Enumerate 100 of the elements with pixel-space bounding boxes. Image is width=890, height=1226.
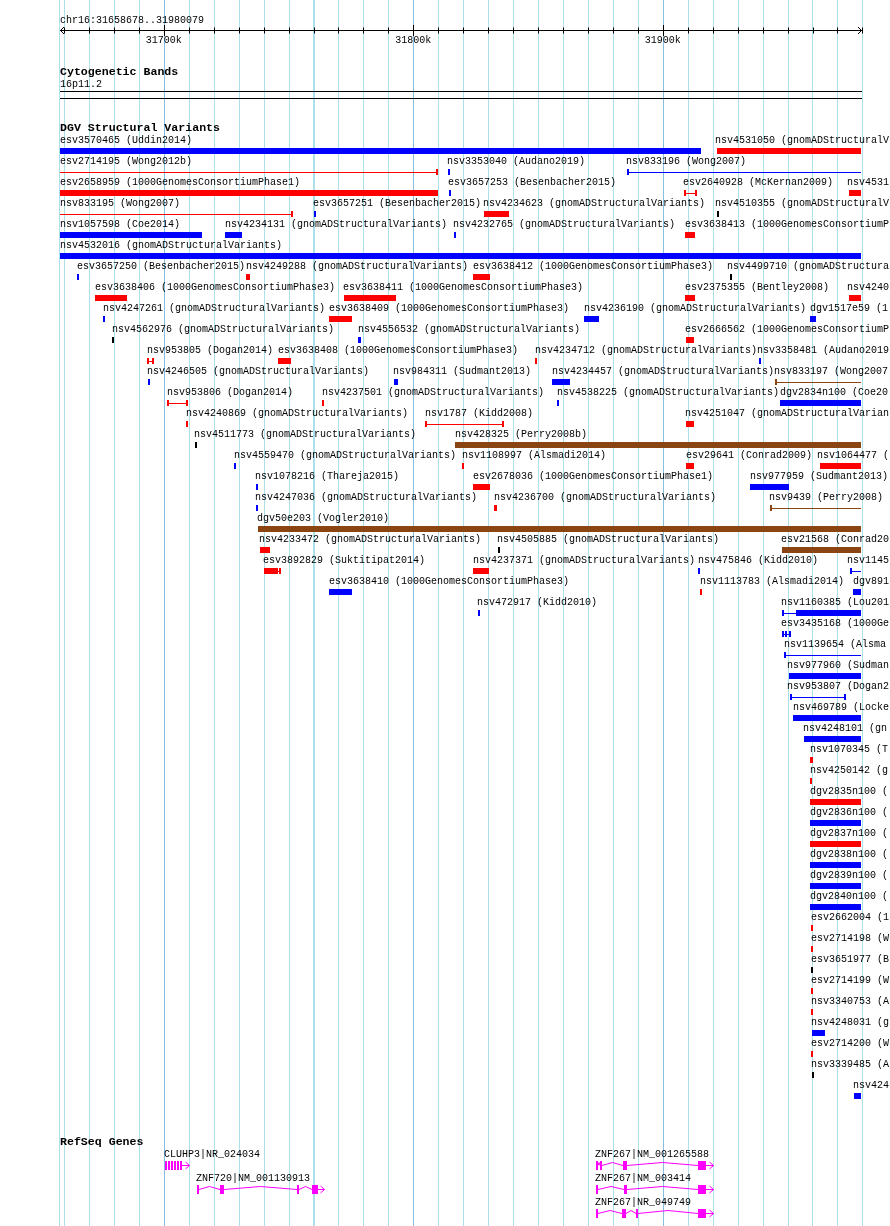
variant-bar[interactable] (810, 799, 861, 805)
variant-bar[interactable] (804, 736, 861, 742)
variant-span[interactable] (775, 379, 861, 385)
variant-label: nsv977959 (Sudmant2013) (750, 471, 889, 482)
variant-label: nsv424 (853, 1080, 889, 1091)
variant-bar[interactable] (329, 316, 352, 322)
variant-bar[interactable] (810, 904, 861, 910)
variant-bar[interactable] (810, 316, 816, 322)
variant-bar[interactable] (820, 463, 861, 469)
variant-bar[interactable] (473, 484, 490, 490)
variant-bar[interactable] (329, 589, 352, 595)
variant-label: esv29641 (Conrad2009) (686, 450, 813, 461)
variant-bar[interactable] (686, 337, 694, 343)
variant-bar[interactable] (60, 190, 438, 196)
location-label: chr16:31658678..31980079 (60, 15, 205, 26)
variant-label: esv3570465 (Uddin2014) (60, 135, 193, 146)
variant-bar[interactable] (810, 820, 861, 826)
variant-bar[interactable] (782, 547, 861, 553)
variant-label: nsv977960 (Sudman (787, 660, 890, 671)
variant-span[interactable] (790, 694, 846, 700)
track-title: DGV Structural Variants (60, 121, 221, 135)
variant-bar[interactable] (853, 589, 861, 595)
variant-bar[interactable] (60, 232, 202, 238)
variant-label: nsv469789 (Locke (793, 702, 889, 713)
variant-label: nsv1078216 (Thareja2015) (255, 471, 400, 482)
variant-label: nsv1145 (847, 555, 889, 566)
variant-bar[interactable] (473, 568, 489, 574)
variant-bar[interactable] (60, 253, 861, 259)
variant-span[interactable] (782, 610, 861, 616)
variant-bar[interactable] (810, 841, 861, 847)
variant-label: nsv475846 (Kidd2010) (698, 555, 819, 566)
variant-label: nsv1064477 ( (817, 450, 889, 461)
gene-model-drawing[interactable] (197, 1185, 325, 1194)
variant-bar[interactable] (225, 232, 242, 238)
variant-span[interactable] (167, 400, 188, 406)
variant-label: nsv4499710 (gnomADStructura (727, 261, 890, 272)
variant-bar[interactable] (750, 484, 789, 490)
variant-span[interactable] (147, 358, 154, 364)
variant-span[interactable] (60, 211, 293, 217)
gene-model-drawing[interactable] (165, 1161, 190, 1170)
variant-bar[interactable] (810, 883, 861, 889)
variant-bar[interactable] (484, 211, 509, 217)
variant-bar[interactable] (358, 337, 361, 343)
variant-bar[interactable] (686, 421, 694, 427)
variant-label: nsv1139654 (Alsma (784, 639, 887, 650)
variant-bar[interactable] (810, 757, 813, 763)
variant-label: nsv833195 (Wong2007) (60, 198, 181, 209)
variant-bar[interactable] (584, 316, 599, 322)
variant-span[interactable] (850, 568, 861, 574)
variant-label: nsv4234457 (gnomADStructuralVariants) (552, 366, 775, 377)
variant-bar[interactable] (258, 526, 861, 532)
variant-bar[interactable] (686, 463, 694, 469)
variant-span[interactable] (782, 631, 791, 637)
variant-bar[interactable] (60, 148, 701, 154)
variant-bar[interactable] (849, 295, 861, 301)
variant-bar[interactable] (278, 358, 291, 364)
variant-label: esv3892829 (Suktitipat2014) (263, 555, 426, 566)
variant-bar[interactable] (95, 295, 127, 301)
variant-bar[interactable] (685, 295, 695, 301)
variant-span[interactable] (627, 169, 861, 175)
variant-label: nsv3358481 (Audano2019 (757, 345, 890, 356)
gene-model-drawing[interactable] (596, 1209, 714, 1218)
variant-label: nsv4237501 (gnomADStructuralVariants) (322, 387, 545, 398)
gene-model-drawing[interactable] (596, 1185, 714, 1194)
variant-span[interactable] (425, 421, 504, 427)
variant-label: nsv1108997 (Alsmadi2014) (462, 450, 607, 461)
variant-label: nsv1070345 (T (810, 744, 888, 755)
variant-bar[interactable] (344, 295, 396, 301)
variant-label: nsv4251047 (gnomADStructuralVarian (685, 408, 890, 419)
variant-bar[interactable] (810, 862, 861, 868)
variant-bar[interactable] (246, 274, 250, 280)
variant-span[interactable] (60, 169, 438, 175)
variant-bar[interactable] (685, 232, 695, 238)
variant-bar[interactable] (260, 547, 270, 553)
track-title: RefSeq Genes (60, 1135, 144, 1149)
variant-span[interactable] (684, 190, 697, 196)
variant-bar[interactable] (793, 715, 861, 721)
variant-label: esv2658959 (1000GenomesConsortiumPhase1) (60, 177, 301, 188)
variant-span[interactable] (784, 652, 861, 658)
variant-label: nsv4234623 (gnomADStructuralVariants) (483, 198, 706, 209)
variant-label: dgv2837n100 ( (810, 828, 888, 839)
variant-span[interactable] (264, 568, 281, 574)
variant-bar[interactable] (849, 190, 861, 196)
gene-model-drawing[interactable] (596, 1161, 714, 1170)
gene-label: ZNF267|NM_001265588 (595, 1149, 710, 1160)
variant-bar[interactable] (455, 442, 861, 448)
variant-bar[interactable] (717, 148, 861, 154)
variant-bar[interactable] (789, 673, 861, 679)
variant-label: nsv833197 (Wong2007 (774, 366, 889, 377)
variant-span[interactable] (770, 505, 861, 511)
variant-bar[interactable] (473, 274, 490, 280)
variant-label: nsv428325 (Perry2008b) (455, 429, 588, 440)
variant-bar[interactable] (552, 379, 570, 385)
gene-label: ZNF267|NR_049749 (595, 1197, 691, 1208)
variant-label: nsv3339485 (A (811, 1059, 889, 1070)
variant-bar[interactable] (854, 1093, 861, 1099)
variant-bar[interactable] (394, 379, 398, 385)
variant-bar[interactable] (494, 505, 497, 511)
variant-bar[interactable] (780, 400, 861, 406)
variant-bar[interactable] (812, 1030, 825, 1036)
